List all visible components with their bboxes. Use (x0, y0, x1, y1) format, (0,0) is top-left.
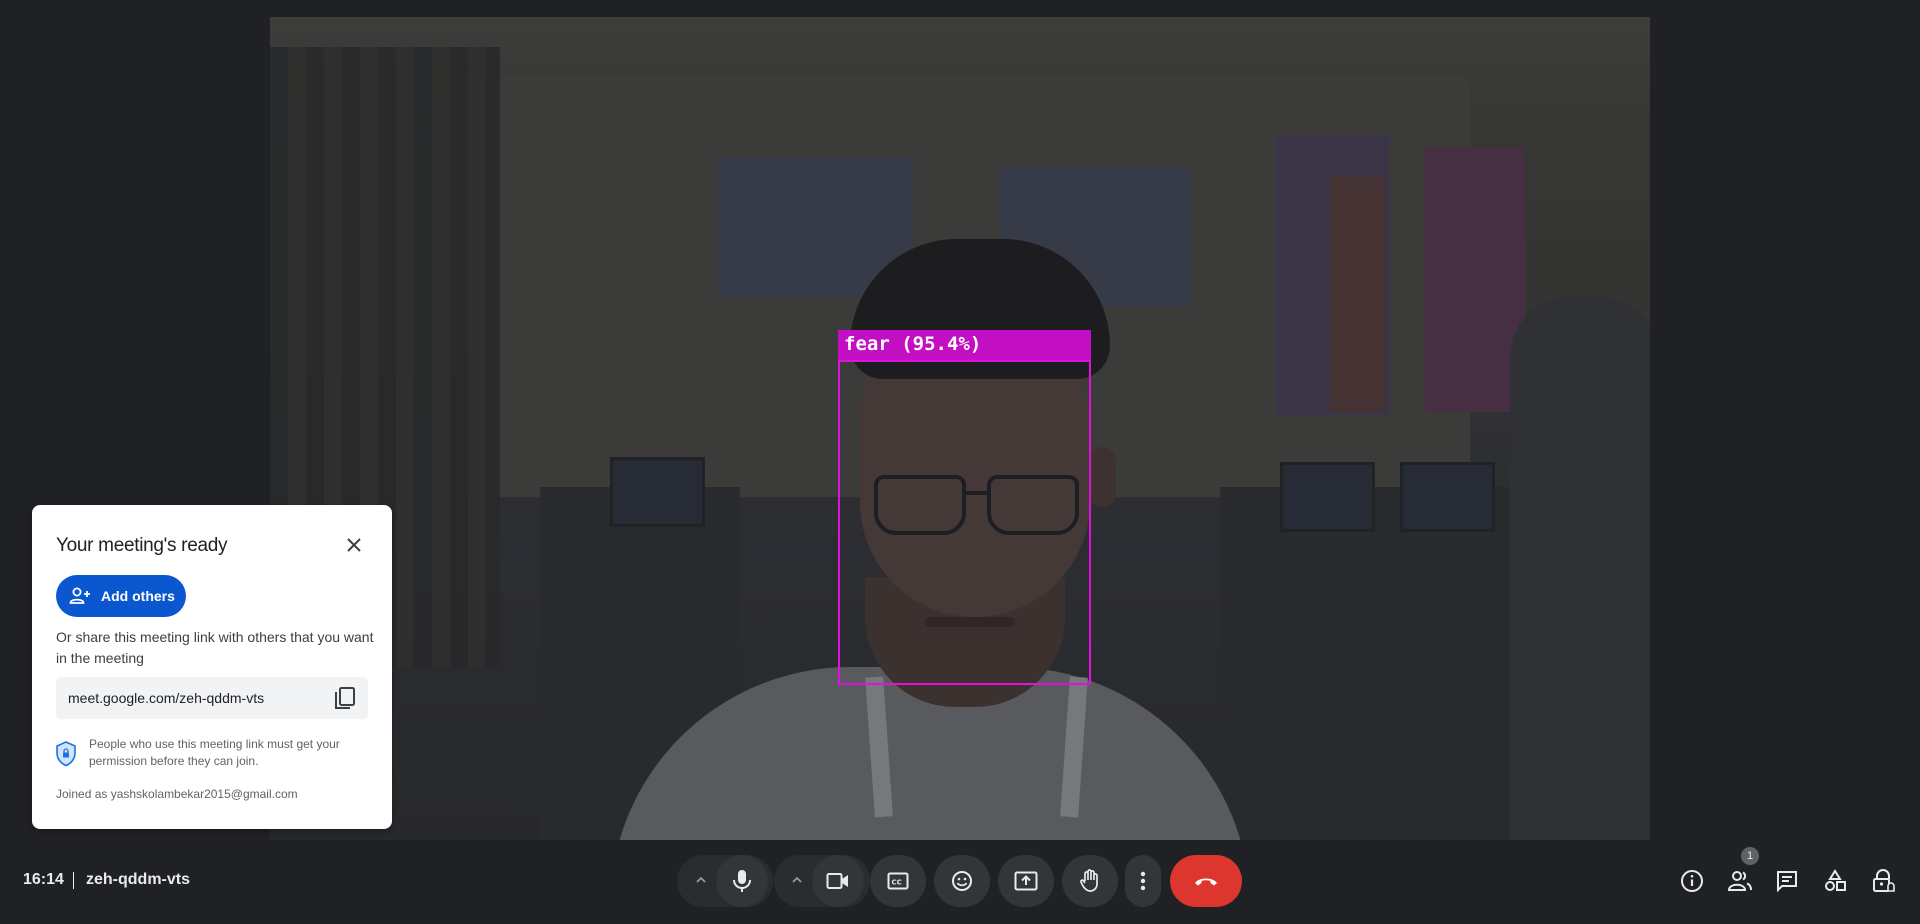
people-icon (1727, 871, 1752, 891)
captions-button[interactable]: CC (870, 855, 926, 907)
microphone-icon (733, 870, 751, 892)
microphone-button[interactable] (716, 855, 768, 907)
meeting-ready-card: Your meeting's ready Add others Or share… (32, 505, 392, 829)
add-others-label: Add others (101, 588, 175, 604)
host-controls-button[interactable] (1868, 866, 1898, 896)
meet-window: fear (95.4%) Your meeting's ready Add ot… (0, 0, 1920, 924)
detection-label-text: fear (95.4%) (844, 333, 982, 355)
detection-bounding-box (838, 360, 1091, 685)
copy-link-button[interactable] (332, 685, 358, 711)
chevron-up-icon (792, 876, 802, 883)
add-person-icon (69, 587, 90, 604)
copy-icon (335, 687, 355, 709)
raise-hand-button[interactable] (1062, 855, 1118, 907)
shapes-icon (1825, 869, 1846, 891)
phone-hangup-icon (1195, 878, 1217, 886)
info-icon (1681, 870, 1703, 892)
clock-time: 16:14 (23, 871, 64, 888)
joined-as-text: Joined as yashskolambekar2015@gmail.com (56, 787, 298, 801)
chevron-up-icon (696, 876, 706, 883)
lock-person-icon (1873, 869, 1895, 892)
video-camera-icon (826, 873, 848, 889)
captions-icon: CC (887, 872, 909, 890)
present-button[interactable] (998, 855, 1054, 907)
chat-icon (1777, 871, 1797, 893)
present-screen-icon (1014, 871, 1038, 891)
detection-label: fear (95.4%) (838, 330, 1091, 360)
share-instructions: Or share this meeting link with others t… (56, 629, 374, 666)
close-icon (347, 538, 361, 552)
close-button[interactable] (340, 531, 368, 559)
hand-icon (1080, 869, 1098, 892)
more-vertical-icon (1140, 871, 1146, 891)
camera-button[interactable] (812, 855, 864, 907)
card-title: Your meeting's ready (56, 535, 228, 556)
video-options-button[interactable] (790, 873, 804, 887)
chat-button[interactable] (1772, 866, 1802, 896)
people-button[interactable] (1725, 866, 1755, 896)
svg-text:CC: CC (892, 879, 902, 887)
activities-button[interactable] (1820, 866, 1850, 896)
add-others-button[interactable]: Add others (56, 575, 186, 617)
meeting-link[interactable]: meet.google.com/zeh-qddm-vts (68, 690, 264, 706)
more-options-button[interactable] (1125, 855, 1161, 907)
participants-count-badge: 1 (1741, 847, 1759, 865)
reactions-button[interactable] (934, 855, 990, 907)
leave-call-button[interactable] (1170, 855, 1242, 907)
audio-options-button[interactable] (694, 873, 708, 887)
meeting-code: zeh-qddm-vts (86, 871, 190, 888)
divider (73, 872, 74, 889)
meeting-link-box: meet.google.com/zeh-qddm-vts (56, 677, 368, 719)
shield-icon (54, 740, 78, 768)
meeting-details-button[interactable] (1677, 866, 1707, 896)
emoji-icon (952, 871, 972, 891)
permission-notice: People who use this meeting link must ge… (89, 737, 340, 768)
